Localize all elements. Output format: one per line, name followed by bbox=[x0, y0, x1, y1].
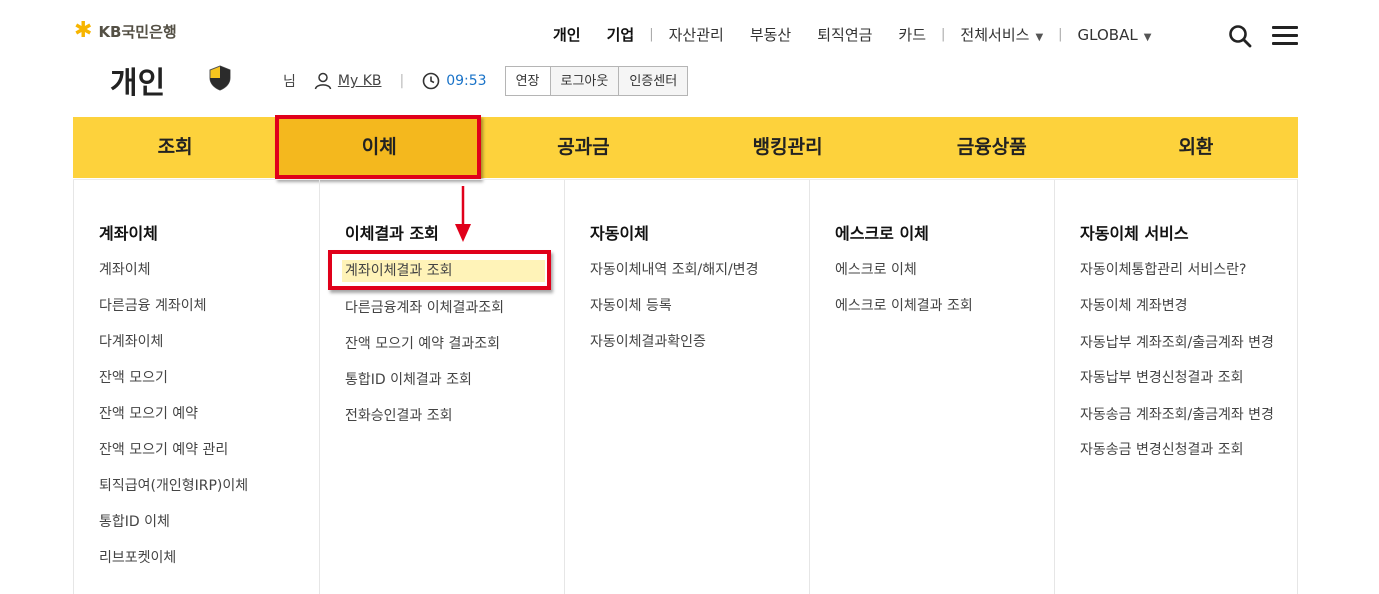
logo-text: KB국민은행 bbox=[98, 22, 177, 41]
menu-item[interactable]: 자동이체통합관리 서비스란? bbox=[1080, 260, 1280, 280]
tab-financial-products[interactable]: 금융상품 bbox=[890, 117, 1094, 178]
item-highlight-annotation bbox=[328, 250, 551, 290]
menu-column-auto-transfer-service: 자동이체 서비스 자동이체통합관리 서비스란? 자동이체 계좌변경 자동납부 계… bbox=[1054, 180, 1298, 594]
main-nav: 조회 이체 공과금 뱅킹관리 금융상품 외환 bbox=[73, 117, 1298, 178]
user-info-row: 님 My KB | 09:53 연장 로그아웃 인증센터 bbox=[283, 66, 689, 96]
caret-down-icon: ▼ bbox=[1035, 32, 1044, 43]
menu-column-title: 에스크로 이체 bbox=[835, 224, 929, 243]
menu-column-title: 계좌이체 bbox=[99, 224, 158, 243]
topnav-personal[interactable]: 개인 bbox=[540, 24, 594, 45]
menu-item[interactable]: 리브포켓이체 bbox=[99, 548, 248, 568]
menu-item[interactable]: 통합ID 이체결과 조회 bbox=[345, 370, 545, 390]
page-title: 개인 bbox=[110, 66, 166, 101]
divider: | bbox=[1058, 27, 1063, 42]
tab-utilities[interactable]: 공과금 bbox=[481, 117, 685, 178]
menu-item[interactable]: 자동이체결과확인증 bbox=[590, 332, 758, 352]
menu-item[interactable]: 자동이체 계좌변경 bbox=[1080, 296, 1280, 316]
menu-item[interactable]: 에스크로 이체 bbox=[835, 260, 973, 280]
menu-item[interactable]: 자동납부 변경신청결과 조회 bbox=[1080, 368, 1280, 388]
user-icon bbox=[314, 72, 332, 90]
tab-foreign-exchange[interactable]: 외환 bbox=[1094, 117, 1298, 178]
menu-column-account-transfer: 계좌이체 계좌이체 다른금융 계좌이체 다계좌이체 잔액 모으기 잔액 모으기 … bbox=[73, 180, 319, 594]
menu-column-title: 이체결과 조회 bbox=[345, 224, 439, 243]
session-timer: 09:53 bbox=[446, 73, 487, 89]
my-kb-link[interactable]: My KB bbox=[338, 73, 382, 89]
hamburger-menu-icon[interactable] bbox=[1272, 26, 1298, 46]
menu-column-auto-transfer: 자동이체 자동이체내역 조회/해지/변경 자동이체 등록 자동이체결과확인증 bbox=[564, 180, 809, 594]
caret-down-icon: ▼ bbox=[1143, 31, 1152, 43]
menu-item[interactable]: 계좌이체 bbox=[99, 260, 248, 280]
menu-column-title: 자동이체 bbox=[590, 224, 649, 243]
topnav-global[interactable]: GLOBAL ▼ bbox=[1065, 26, 1165, 44]
menu-column-transfer-results: 이체결과 조회 계좌이체결과 조회 다른금융계좌 이체결과조회 잔액 모으기 예… bbox=[319, 180, 564, 594]
menu-item[interactable]: 다계좌이체 bbox=[99, 332, 248, 352]
transfer-mega-menu: 계좌이체 계좌이체 다른금융 계좌이체 다계좌이체 잔액 모으기 잔액 모으기 … bbox=[73, 179, 1298, 594]
extend-session-button[interactable]: 연장 bbox=[504, 66, 551, 96]
topnav-realestate[interactable]: 부동산 bbox=[737, 24, 804, 45]
annotation-arrow-icon bbox=[455, 186, 471, 242]
divider: | bbox=[941, 27, 946, 42]
menu-item[interactable]: 통합ID 이체 bbox=[99, 512, 248, 532]
top-nav: 개인 기업 | 자산관리 부동산 퇴직연금 카드 | 전체서비스 ▼ | GLOB… bbox=[540, 24, 1164, 45]
menu-item[interactable]: 자동이체내역 조회/해지/변경 bbox=[590, 260, 758, 280]
session-buttons: 연장 로그아웃 인증센터 bbox=[504, 66, 689, 96]
logout-button[interactable]: 로그아웃 bbox=[549, 66, 620, 96]
topnav-card[interactable]: 카드 bbox=[885, 24, 939, 45]
user-greeting: 님 bbox=[283, 74, 296, 90]
clock-icon bbox=[422, 72, 440, 90]
menu-item[interactable]: 잔액 모으기 예약 관리 bbox=[99, 440, 248, 460]
search-icon[interactable] bbox=[1228, 24, 1252, 48]
menu-column-title: 자동이체 서비스 bbox=[1080, 224, 1189, 243]
menu-item[interactable]: 퇴직급여(개인형IRP)이체 bbox=[99, 476, 248, 496]
menu-column-escrow: 에스크로 이체 에스크로 이체 에스크로 이체결과 조회 bbox=[809, 180, 1054, 594]
menu-item[interactable]: 다른금융계좌 이체결과조회 bbox=[345, 298, 545, 318]
menu-item[interactable]: 자동송금 변경신청결과 조회 bbox=[1080, 440, 1280, 460]
menu-item[interactable]: 잔액 모으기 예약 결과조회 bbox=[345, 334, 545, 354]
topnav-business[interactable]: 기업 bbox=[594, 24, 648, 45]
topnav-global-label: GLOBAL bbox=[1077, 25, 1138, 44]
divider: | bbox=[399, 73, 405, 89]
menu-item[interactable]: 자동이체 등록 bbox=[590, 296, 758, 316]
tab-inquiry[interactable]: 조회 bbox=[73, 117, 277, 178]
tab-highlight-annotation bbox=[275, 115, 481, 179]
menu-item[interactable]: 잔액 모으기 예약 bbox=[99, 404, 248, 424]
menu-item[interactable]: 다른금융 계좌이체 bbox=[99, 296, 248, 316]
tab-banking-management[interactable]: 뱅킹관리 bbox=[686, 117, 890, 178]
menu-item[interactable]: 자동송금 계좌조회/출금계좌 변경 bbox=[1080, 404, 1280, 427]
topnav-all-services-label: 전체서비스 bbox=[960, 26, 1030, 44]
topnav-asset[interactable]: 자산관리 bbox=[656, 24, 737, 45]
menu-item[interactable]: 에스크로 이체결과 조회 bbox=[835, 296, 973, 316]
menu-item[interactable]: 전화승인결과 조회 bbox=[345, 406, 545, 426]
kb-logo[interactable]: ✱ KB국민은행 bbox=[74, 20, 177, 42]
topnav-pension[interactable]: 퇴직연금 bbox=[804, 24, 885, 45]
security-shield-icon bbox=[209, 65, 231, 91]
menu-item[interactable]: 자동납부 계좌조회/출금계좌 변경 bbox=[1080, 332, 1280, 355]
kb-star-icon: ✱ bbox=[74, 18, 93, 43]
divider: | bbox=[649, 27, 654, 42]
menu-item[interactable]: 잔액 모으기 bbox=[99, 368, 248, 388]
cert-center-button[interactable]: 인증센터 bbox=[618, 66, 689, 96]
topnav-all-services[interactable]: 전체서비스 ▼ bbox=[947, 24, 1056, 45]
